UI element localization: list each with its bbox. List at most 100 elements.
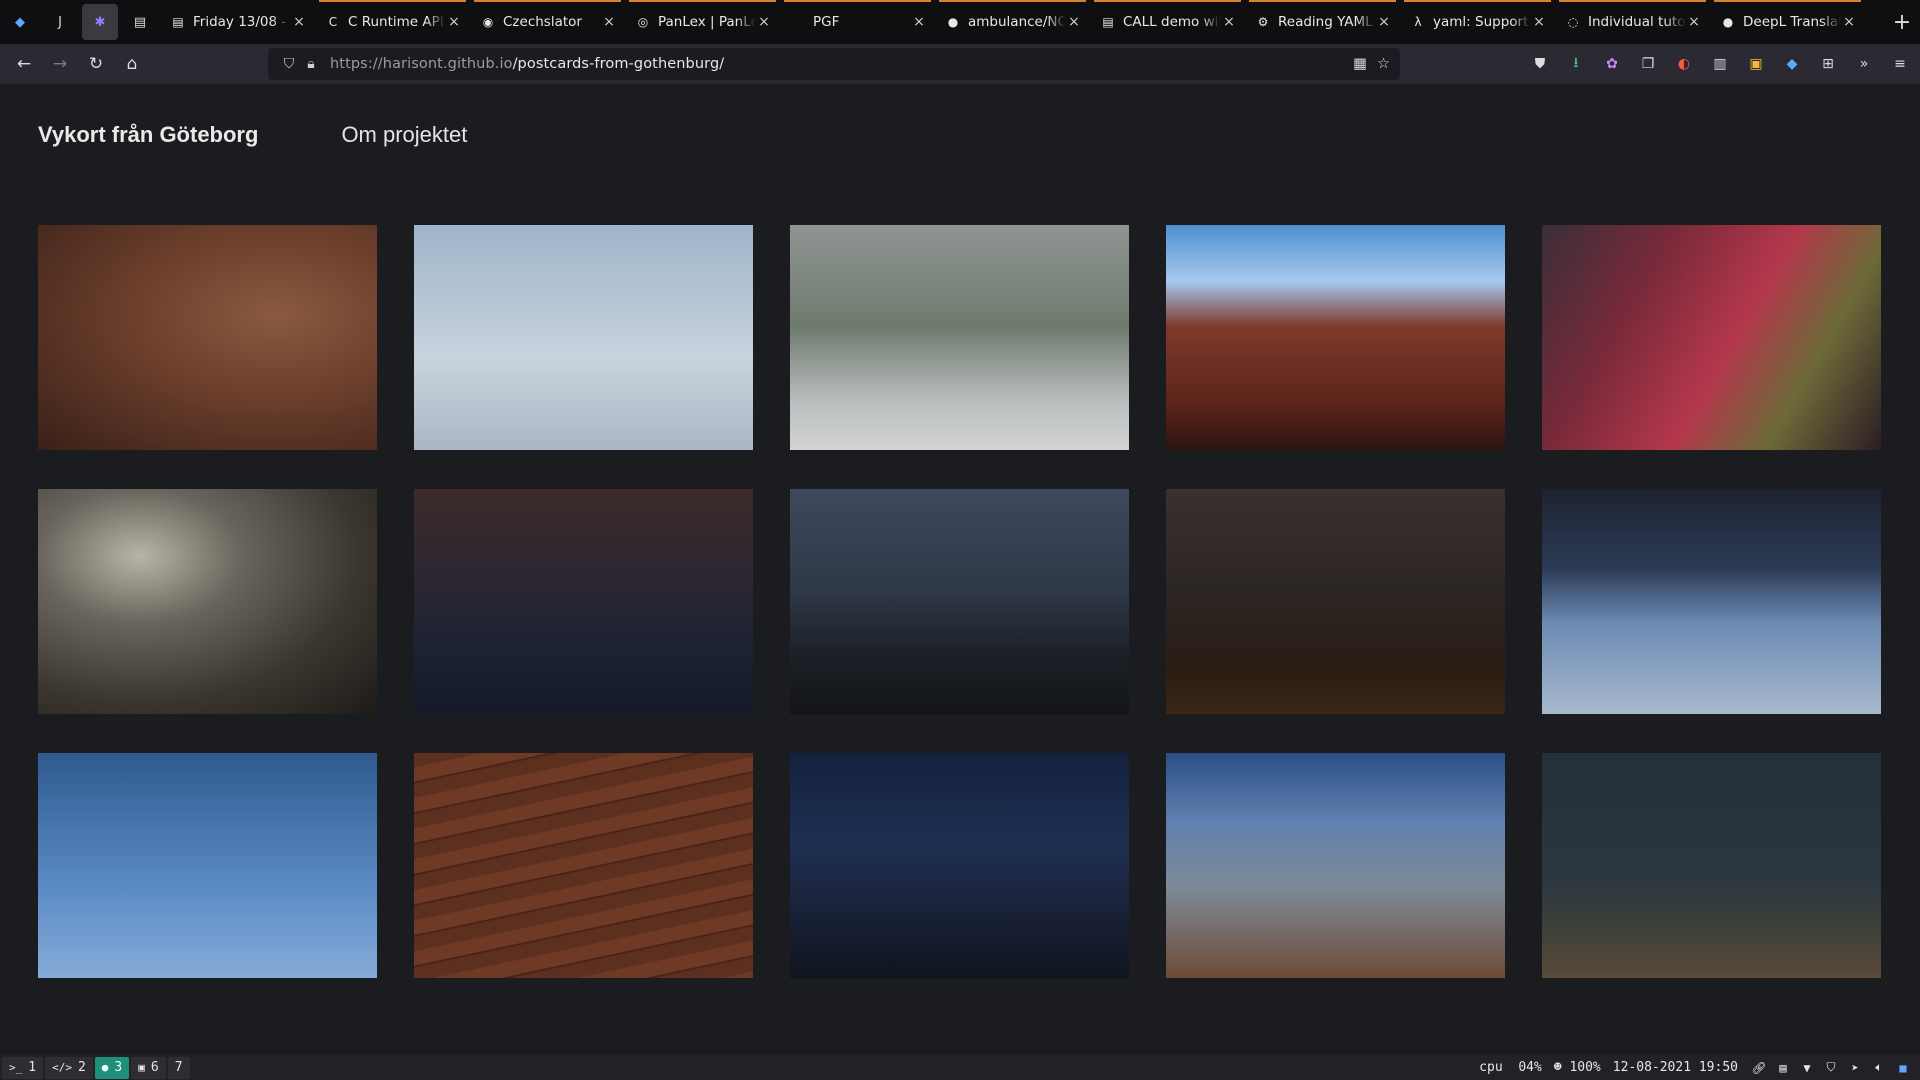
browser-tab[interactable]: PGF × (780, 0, 935, 44)
menu-hamburger-icon[interactable]: ≡ (1888, 52, 1912, 76)
photo-gate-silhouette[interactable] (790, 489, 1129, 714)
pinned-tab-j[interactable]: J (42, 4, 78, 40)
close-tab-icon[interactable]: × (1686, 14, 1702, 30)
photo-red-triangle-lamp[interactable] (38, 753, 377, 978)
send-icon[interactable]: ➤ (1846, 1059, 1864, 1077)
photo-bridge-night[interactable] (790, 753, 1129, 978)
workspace-label: 1 (28, 1060, 37, 1075)
qr-code-icon[interactable]: ▦ (1353, 56, 1367, 72)
close-tab-icon[interactable]: × (1376, 14, 1392, 30)
photo-brick-building-gull[interactable] (1166, 225, 1505, 450)
tracking-shield-icon[interactable]: ⛉ (278, 56, 300, 72)
close-tab-icon[interactable]: × (1531, 14, 1547, 30)
container-tabs-icon[interactable]: ❐ (1636, 52, 1660, 76)
workspace-switcher: >_ 1 </> 2 ● 3 ▣ 6 7 (0, 1056, 190, 1079)
panel-right: cpu 04% ☻ 100% 12-08-2021 19:50 🔗︎ ▤ ▼ ⛉… (1479, 1059, 1920, 1077)
workspace-1[interactable]: >_ 1 (2, 1056, 44, 1079)
document-icon: ▤ (172, 15, 184, 29)
pinned-tab-extension[interactable]: ✱ (82, 4, 118, 40)
home-icon: ⌂ (126, 54, 138, 74)
keyboard-icon[interactable]: ▤ (1774, 1059, 1792, 1077)
video-call-icon[interactable]: ■ (1894, 1059, 1912, 1077)
desktop-panel: >_ 1 </> 2 ● 3 ▣ 6 7 cpu 04% ☻ 100% 12-08-2021 1… (0, 1055, 1920, 1080)
extension-blue-icon[interactable]: ◆ (1780, 52, 1804, 76)
tab-title: yaml: Support (1433, 14, 1529, 30)
photo-glass-pyramid[interactable] (414, 225, 753, 450)
close-tab-icon[interactable]: × (1066, 14, 1082, 30)
browser-tab[interactable]: ◎ PanLex | PanLe × (625, 0, 780, 44)
lock-icon[interactable]: 🔒︎ (300, 56, 322, 72)
wifi-icon[interactable]: ▼ (1798, 1059, 1816, 1077)
close-tab-icon[interactable]: × (756, 14, 772, 30)
tab-title: PGF (813, 14, 840, 30)
browser-tab[interactable]: λ yaml: Support × (1400, 0, 1555, 44)
url-path: /postcards-from-gothenburg/ (512, 56, 725, 72)
overflow-chevron-icon[interactable]: » (1852, 52, 1876, 76)
back-button[interactable]: ← (6, 48, 42, 80)
volume-icon[interactable]: 🔈︎ (1870, 1059, 1888, 1077)
download-icon[interactable]: ⭳ (1564, 52, 1588, 76)
document-icon: ▤ (1102, 15, 1114, 29)
link-icon[interactable]: 🔗︎ (1750, 1059, 1768, 1077)
close-tab-icon[interactable]: × (291, 14, 307, 30)
photo-waterfall[interactable] (38, 489, 377, 714)
reload-button[interactable]: ↻ (78, 48, 114, 80)
pinned-tab-document[interactable]: ▤ (122, 4, 158, 40)
close-tab-icon[interactable]: × (1221, 14, 1237, 30)
photo-greenhouse-interior[interactable] (790, 225, 1129, 450)
close-tab-icon[interactable]: × (1841, 14, 1857, 30)
photo-colored-facade[interactable] (1542, 225, 1881, 450)
workspace-7[interactable]: 7 (167, 1056, 190, 1079)
battery-value: 100% (1569, 1060, 1601, 1075)
close-tab-icon[interactable]: × (911, 14, 927, 30)
photo-water-reflection[interactable] (414, 489, 753, 714)
shield-tray-icon[interactable]: ⛉ (1822, 1059, 1840, 1077)
tab-title: Czechslator (503, 14, 582, 30)
system-tray: 🔗︎ ▤ ▼ ⛉ ➤ 🔈︎ ■ (1750, 1059, 1912, 1077)
home-button[interactable]: ⌂ (114, 48, 150, 80)
pocket-icon[interactable]: ⛊ (1528, 52, 1552, 76)
bookmark-star-icon[interactable]: ☆ (1377, 56, 1390, 72)
browser-tab[interactable]: ◌ Individual tutor × (1555, 0, 1710, 44)
extension-badge-icon[interactable]: ▣ (1744, 52, 1768, 76)
deepl-icon: ● (1722, 15, 1734, 29)
document-icon: ▤ (133, 14, 147, 30)
photo-rooftop[interactable] (1542, 753, 1881, 978)
reader-icon[interactable]: ▥ (1708, 52, 1732, 76)
address-bar[interactable]: ⛉ 🔒︎ https://harisont.github.io/postcard… (268, 48, 1400, 80)
arrow-right-icon: → (52, 54, 68, 74)
shield-icon: ◆ (15, 14, 25, 30)
photo-brick-wall[interactable] (414, 753, 753, 978)
new-tab-button[interactable]: + (1884, 0, 1920, 44)
photo-glass-facade-sky[interactable] (1542, 489, 1881, 714)
photo-glass-v-sky[interactable] (1166, 753, 1505, 978)
tab-title: Reading YAML (1278, 14, 1373, 30)
workspace-3[interactable]: ● 3 (94, 1056, 130, 1079)
photo-bridge-sunset[interactable] (38, 225, 377, 450)
workspace-6[interactable]: ▣ 6 (131, 1056, 166, 1079)
clock[interactable]: 12-08-2021 19:50 (1613, 1060, 1738, 1075)
firefox-icon: ● (101, 1061, 109, 1074)
extension-purple-icon[interactable]: ✿ (1600, 52, 1624, 76)
camera-icon: ▣ (138, 1061, 145, 1074)
close-tab-icon[interactable]: × (446, 14, 462, 30)
browser-tab[interactable]: ⚙ Reading YAML × (1245, 0, 1400, 44)
browser-tab[interactable]: ▤ Friday 13/08 - H × (160, 0, 315, 44)
photo-staircase[interactable] (1166, 489, 1505, 714)
browser-tab[interactable]: ◉ Czechslator × (470, 0, 625, 44)
browser-tab[interactable]: ▤ CALL demo wit × (1090, 0, 1245, 44)
workspace-2[interactable]: </> 2 (45, 1056, 93, 1079)
site-brand-link[interactable]: Vykort från Göteborg (38, 122, 258, 148)
browser-tab[interactable]: ● ambulance/NO × (935, 0, 1090, 44)
pinned-tab-shield[interactable]: ◆ (2, 4, 38, 40)
extension-red-icon[interactable]: ◐ (1672, 52, 1696, 76)
forward-button[interactable]: → (42, 48, 78, 80)
close-tab-icon[interactable]: × (601, 14, 617, 30)
tab-title: ambulance/NO (968, 14, 1066, 30)
workspace-label: 7 (174, 1060, 183, 1075)
browser-tab[interactable]: ● DeepL Translat × (1710, 0, 1865, 44)
extension-grid-icon[interactable]: ⊞ (1816, 52, 1840, 76)
about-project-link[interactable]: Om projektet (341, 122, 467, 148)
url-text[interactable]: https://harisont.github.io/postcards-fro… (330, 56, 724, 72)
browser-tab[interactable]: C C Runtime API × (315, 0, 470, 44)
